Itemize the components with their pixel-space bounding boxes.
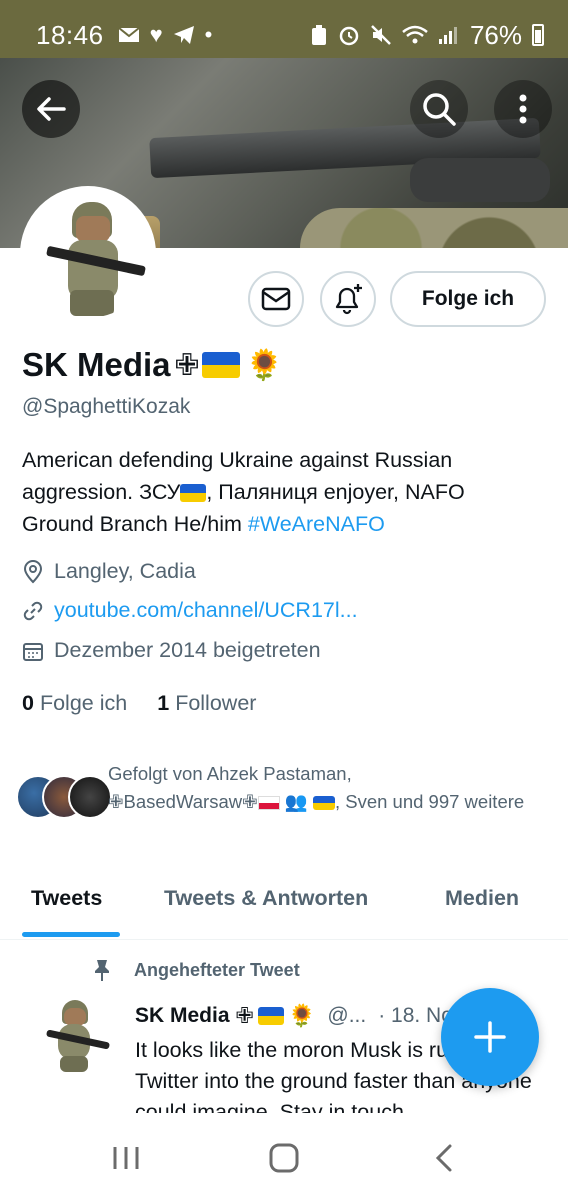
joined-text: Dezember 2014 beigetreten <box>54 638 321 662</box>
location-text: Langley, Cadia <box>54 559 196 583</box>
mail-icon <box>117 27 140 42</box>
signal-icon <box>438 27 457 44</box>
system-back-button[interactable] <box>414 1135 474 1181</box>
more-options-button[interactable] <box>494 80 552 138</box>
website-link[interactable]: youtube.com/channel/UCR17l... <box>54 598 358 623</box>
avatar <box>68 775 112 819</box>
recents-button[interactable] <box>96 1135 156 1181</box>
chevron-left-icon <box>435 1144 452 1172</box>
ukraine-flag-icon <box>201 352 240 378</box>
dot-icon: • <box>204 22 213 47</box>
profile-avatar[interactable] <box>20 186 156 322</box>
website-row: youtube.com/channel/UCR17l... <box>22 598 358 623</box>
poland-flag-icon <box>257 796 280 811</box>
mute-icon <box>371 25 391 45</box>
sunflower-icon: 🌻 <box>287 1003 316 1028</box>
home-button[interactable] <box>254 1135 314 1181</box>
heart-icon: ♥ <box>149 22 163 47</box>
tab-tweets-and-replies[interactable]: Tweets & Antworten <box>164 886 368 911</box>
joined-row: Dezember 2014 beigetreten <box>22 638 321 663</box>
link-icon <box>23 601 43 620</box>
status-time: 18:46 <box>36 19 104 50</box>
following-button[interactable]: Folge ich <box>390 271 546 327</box>
calendar-icon <box>23 642 43 661</box>
recycle-icon <box>311 25 326 45</box>
recents-icon <box>113 1147 139 1169</box>
plus-icon <box>474 1021 506 1053</box>
back-button[interactable] <box>22 80 80 138</box>
ukraine-flag-icon <box>312 796 335 811</box>
pin-icon <box>95 960 109 981</box>
notifications-button[interactable] <box>320 271 376 327</box>
tweet-header: SK Media ✙ 🌻 @... · 18. No <box>135 1003 453 1029</box>
battery-percent: 76% <box>469 19 522 50</box>
cross-icon: ✙ <box>235 1003 254 1028</box>
cross-icon: ✙ <box>174 348 200 382</box>
pinned-tweet-label: Angehefteter Tweet <box>92 958 300 982</box>
tweet-author-handle: @... <box>327 1004 367 1027</box>
bell-plus-icon <box>335 284 362 315</box>
more-vertical-icon <box>519 94 527 124</box>
tab-tweets[interactable]: Tweets <box>31 886 102 911</box>
people-icon: 👥 <box>284 791 308 812</box>
tweet-author-avatar[interactable] <box>36 996 116 1076</box>
battery-icon <box>532 24 544 46</box>
display-name: SK Media <box>22 346 171 383</box>
followed-by-avatars <box>16 775 112 821</box>
tweet-author-name: SK Media <box>135 1004 230 1027</box>
hashtag-link[interactable]: #WeAreNAFO <box>248 512 385 536</box>
follow-counts: 0 Folge ich 1 Follower <box>22 691 256 716</box>
search-button[interactable] <box>410 80 468 138</box>
tab-media[interactable]: Medien <box>445 886 519 911</box>
following-count-link[interactable]: 0 Folge ich <box>22 691 127 716</box>
message-button[interactable] <box>248 271 304 327</box>
followers-count-link[interactable]: 1 Follower <box>157 691 256 716</box>
followed-by-text: Gefolgt von Ahzek Pastaman, ✙BasedWarsaw✙… <box>108 763 525 812</box>
ukraine-flag-icon <box>180 484 207 503</box>
profile-bio: American defending Ukraine against Russi… <box>22 448 465 536</box>
status-notification-icons: ♥ • <box>117 22 213 48</box>
location-row: Langley, Cadia <box>22 559 196 584</box>
wifi-icon <box>402 25 428 44</box>
arrow-left-icon <box>37 97 66 121</box>
search-icon <box>423 93 456 126</box>
compose-tweet-button[interactable] <box>441 988 539 1086</box>
location-pin-icon <box>23 559 43 583</box>
status-system-icons: 76% <box>310 20 544 51</box>
telegram-icon <box>173 26 194 44</box>
active-tab-indicator <box>22 932 120 937</box>
envelope-icon <box>261 287 291 311</box>
display-name-row: SK Media ✙ 🌻 <box>22 346 283 384</box>
system-navigation-bar <box>0 1113 568 1200</box>
profile-handle: @SpaghettiKozak <box>22 395 191 418</box>
sunflower-icon: 🌻 <box>245 348 284 382</box>
home-icon <box>269 1143 299 1173</box>
followed-by-section[interactable]: Gefolgt von Ahzek Pastaman, ✙BasedWarsaw✙… <box>16 760 556 840</box>
alarm-icon <box>339 26 359 46</box>
profile-tabs: Tweets Tweets & Antworten Medien <box>0 868 568 940</box>
ukraine-flag-icon <box>257 1007 284 1025</box>
